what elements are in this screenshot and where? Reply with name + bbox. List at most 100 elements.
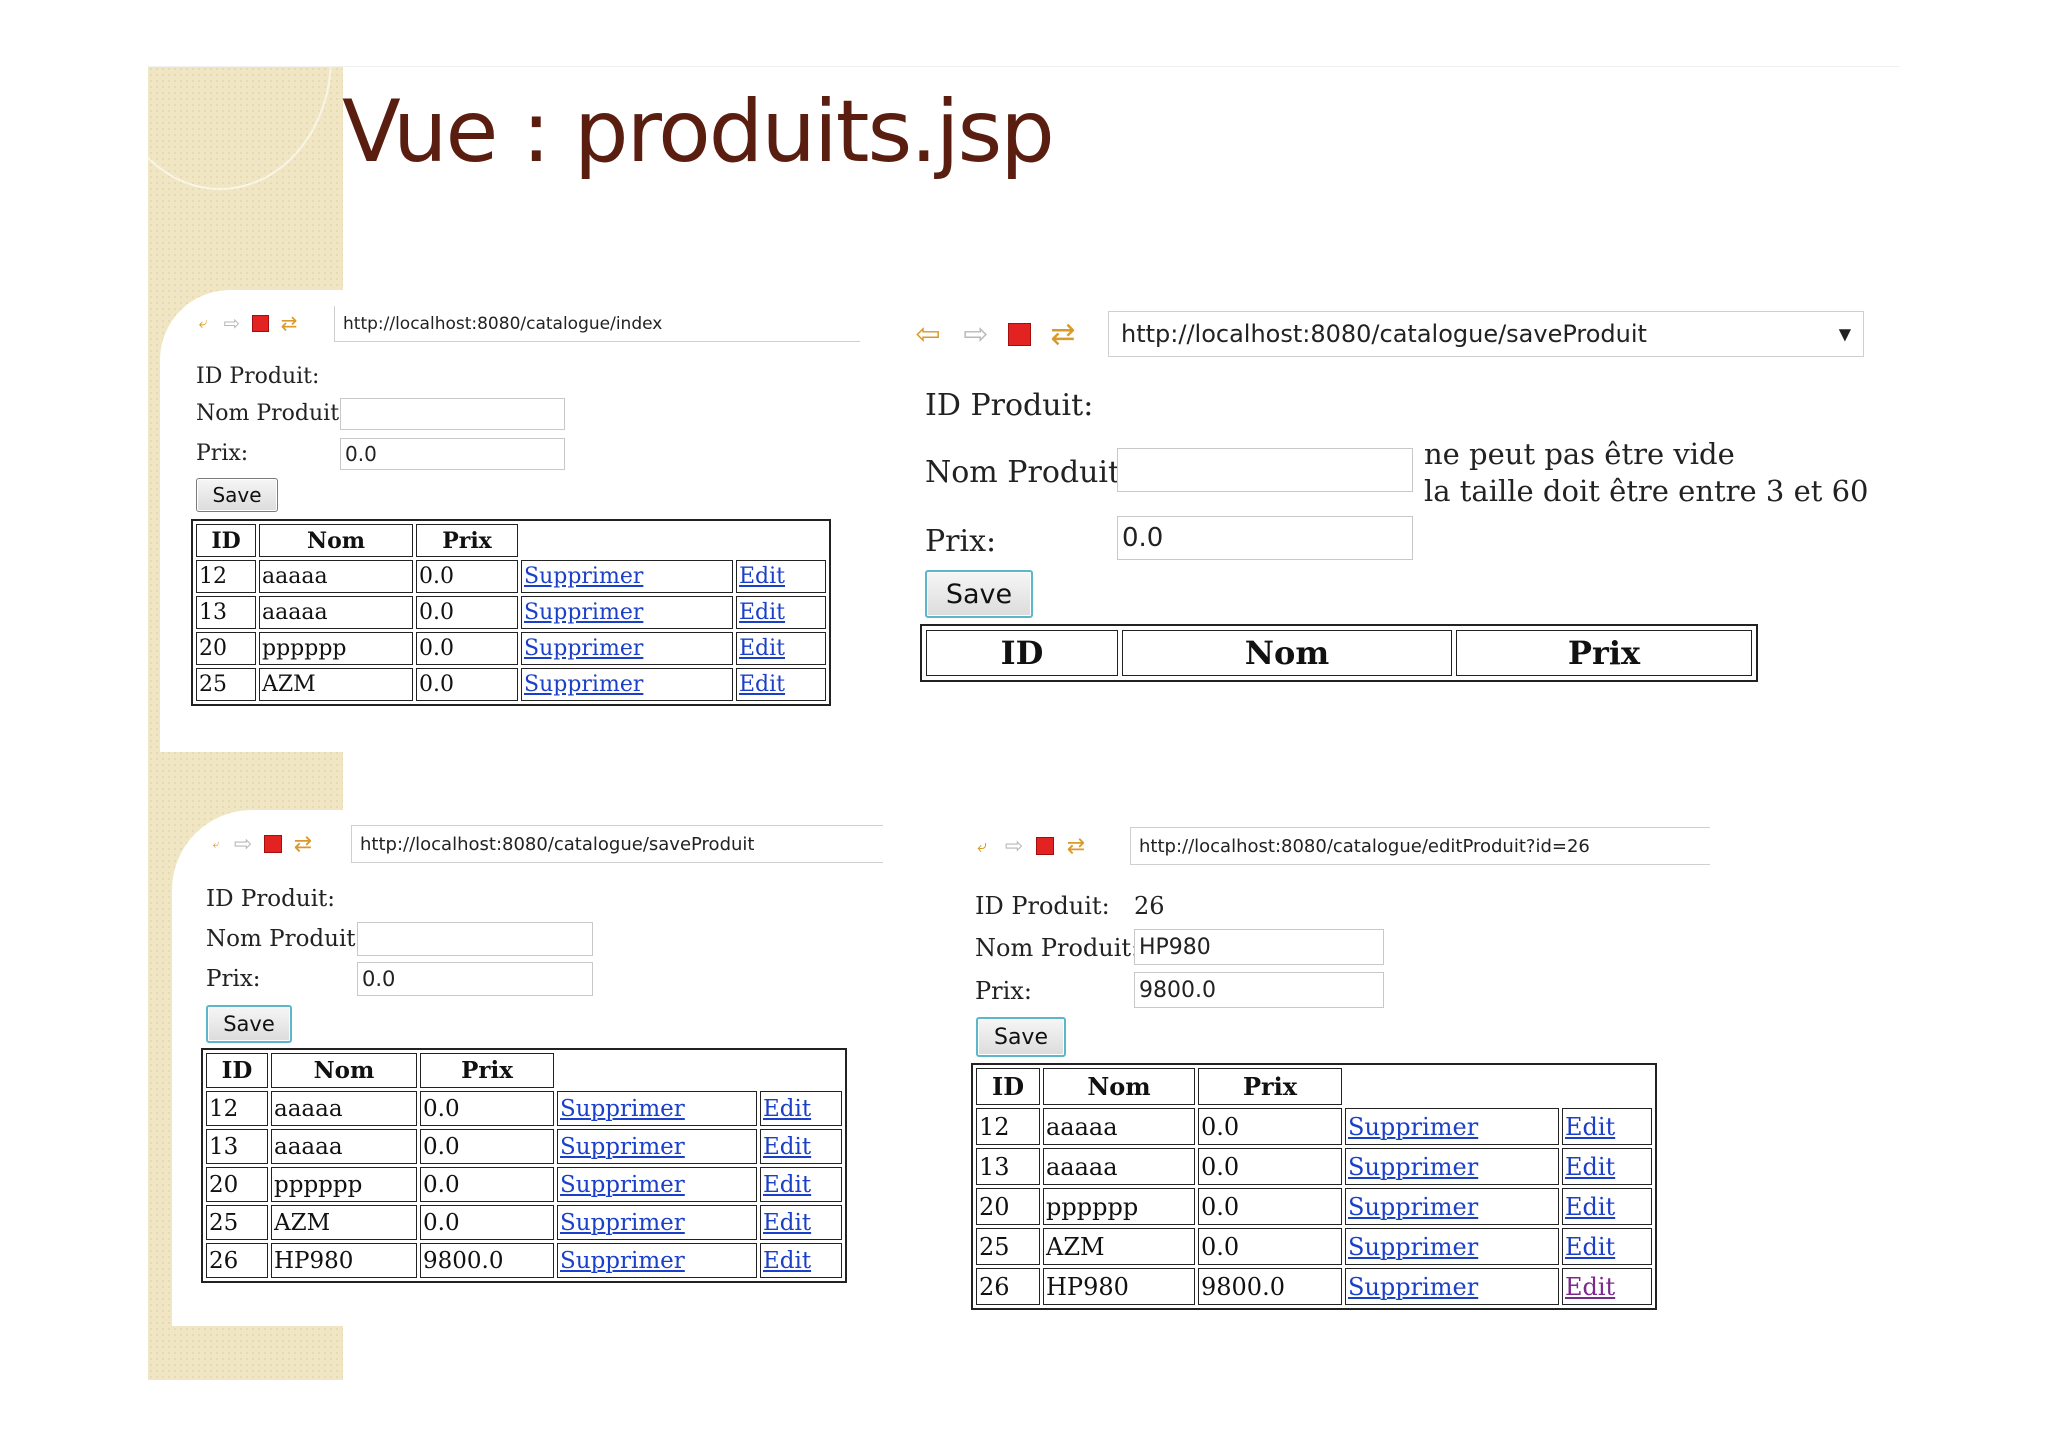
cell-id: 12 bbox=[976, 1108, 1040, 1145]
cell-nom: aaaaa bbox=[1043, 1148, 1195, 1185]
back-icon[interactable]: ⤶ bbox=[210, 837, 222, 852]
table-row: 25 AZM 0.0 Supprimer Edit bbox=[196, 668, 826, 701]
nom-produit-label: Nom Produit: bbox=[975, 934, 1140, 962]
supprimer-link[interactable]: Supprimer bbox=[524, 600, 643, 625]
forward-icon[interactable]: ⇨ bbox=[221, 311, 243, 335]
cell-prix: 0.0 bbox=[1198, 1108, 1342, 1145]
supprimer-link[interactable]: Supprimer bbox=[1348, 1193, 1478, 1221]
products-table: ID Nom Prix 12 aaaaa 0.0 Supprimer Edit … bbox=[971, 1063, 1657, 1310]
cell-nom: aaaaa bbox=[259, 560, 413, 593]
stop-icon[interactable] bbox=[1036, 837, 1054, 855]
supprimer-link[interactable]: Supprimer bbox=[560, 1134, 685, 1160]
save-button[interactable]: Save bbox=[976, 1017, 1066, 1057]
edit-link[interactable]: Edit bbox=[739, 636, 785, 661]
slide-title: Vue : produits.jsp bbox=[342, 82, 1055, 182]
edit-link[interactable]: Edit bbox=[739, 672, 785, 697]
nom-produit-input[interactable] bbox=[357, 922, 593, 956]
column-header-nom: Nom bbox=[259, 524, 413, 557]
id-produit-label: ID Produit: bbox=[206, 886, 336, 912]
supprimer-link[interactable]: Supprimer bbox=[560, 1210, 685, 1236]
back-icon[interactable]: ⤶ bbox=[972, 836, 992, 857]
table-row: 20 pppppp 0.0 Supprimer Edit bbox=[196, 632, 826, 665]
edit-link[interactable]: Edit bbox=[1565, 1113, 1615, 1141]
save-button[interactable]: Save bbox=[925, 570, 1033, 618]
edit-link[interactable]: Edit bbox=[739, 600, 785, 625]
edit-link[interactable]: Edit bbox=[739, 564, 785, 589]
stop-icon[interactable] bbox=[264, 835, 282, 853]
id-produit-value: 26 bbox=[1134, 892, 1165, 920]
slide-top-rule bbox=[148, 66, 1900, 67]
address-bar[interactable]: http://localhost:8080/catalogue/editProd… bbox=[1130, 827, 1710, 865]
table-row: 20 pppppp 0.0 Supprimer Edit bbox=[976, 1188, 1652, 1225]
column-header-prix: Prix bbox=[416, 524, 518, 557]
column-header-id: ID bbox=[926, 630, 1118, 676]
browser-toolbar: ⤶ ⇨ ⇄ bbox=[210, 832, 314, 857]
validation-error: ne peut pas être vide bbox=[1424, 437, 1735, 471]
nom-produit-label: Nom Produit: bbox=[196, 401, 347, 426]
browser-toolbar: ⤶ ⇨ ⇄ bbox=[972, 834, 1087, 859]
supprimer-link[interactable]: Supprimer bbox=[1348, 1273, 1478, 1301]
cell-prix: 0.0 bbox=[420, 1129, 554, 1164]
cell-id: 13 bbox=[206, 1129, 268, 1164]
column-header-nom: Nom bbox=[271, 1053, 417, 1088]
refresh-icon[interactable]: ⇄ bbox=[1047, 317, 1079, 352]
supprimer-link[interactable]: Supprimer bbox=[524, 672, 643, 697]
nom-produit-input[interactable] bbox=[1117, 448, 1413, 492]
supprimer-link[interactable]: Supprimer bbox=[1348, 1153, 1478, 1181]
supprimer-link[interactable]: Supprimer bbox=[1348, 1233, 1478, 1261]
prix-input[interactable]: 0.0 bbox=[357, 962, 593, 996]
products-table: ID Nom Prix 12 aaaaa 0.0 Supprimer Edit … bbox=[201, 1048, 847, 1283]
edit-link[interactable]: Edit bbox=[1565, 1153, 1615, 1181]
save-button[interactable]: Save bbox=[196, 478, 278, 512]
address-bar[interactable]: http://localhost:8080/catalogue/saveProd… bbox=[351, 825, 883, 863]
stop-icon[interactable] bbox=[1008, 322, 1031, 346]
nom-produit-input[interactable]: HP980 bbox=[1134, 929, 1384, 965]
edit-link[interactable]: Edit bbox=[763, 1210, 811, 1236]
save-button[interactable]: Save bbox=[206, 1005, 292, 1043]
prix-input[interactable]: 0.0 bbox=[1117, 516, 1413, 560]
cell-nom: AZM bbox=[1043, 1228, 1195, 1265]
supprimer-link[interactable]: Supprimer bbox=[524, 636, 643, 661]
forward-icon[interactable]: ⇨ bbox=[1003, 834, 1025, 859]
supprimer-link[interactable]: Supprimer bbox=[524, 564, 643, 589]
edit-link[interactable]: Edit bbox=[1565, 1233, 1615, 1261]
supprimer-link[interactable]: Supprimer bbox=[1348, 1113, 1478, 1141]
cell-id: 13 bbox=[976, 1148, 1040, 1185]
address-bar[interactable]: http://localhost:8080/catalogue/index bbox=[334, 306, 860, 342]
prix-input[interactable]: 0.0 bbox=[340, 438, 565, 470]
cell-prix: 0.0 bbox=[420, 1205, 554, 1240]
refresh-icon[interactable]: ⇄ bbox=[292, 832, 314, 857]
supprimer-link[interactable]: Supprimer bbox=[560, 1096, 685, 1122]
edit-link[interactable]: Edit bbox=[763, 1248, 811, 1274]
back-icon[interactable]: ⇦ bbox=[912, 317, 944, 352]
address-dropdown-icon[interactable]: ▼ bbox=[1839, 325, 1851, 344]
edit-link[interactable]: Edit bbox=[763, 1096, 811, 1122]
cell-nom: pppppp bbox=[1043, 1188, 1195, 1225]
edit-link[interactable]: Edit bbox=[763, 1172, 811, 1198]
nom-produit-input[interactable] bbox=[340, 398, 565, 430]
forward-icon[interactable]: ⇨ bbox=[960, 317, 992, 352]
edit-link[interactable]: Edit bbox=[763, 1134, 811, 1160]
cell-nom: HP980 bbox=[1043, 1268, 1195, 1305]
edit-link[interactable]: Edit bbox=[1565, 1193, 1615, 1221]
stop-icon[interactable] bbox=[252, 314, 269, 332]
table-row: 25 AZM 0.0 Supprimer Edit bbox=[976, 1228, 1652, 1265]
cell-id: 12 bbox=[206, 1091, 268, 1126]
column-header-nom: Nom bbox=[1122, 630, 1452, 676]
cell-nom: aaaaa bbox=[271, 1129, 417, 1164]
nom-produit-label: Nom Produit: bbox=[925, 455, 1131, 490]
prix-input[interactable]: 9800.0 bbox=[1134, 972, 1384, 1008]
address-bar[interactable]: http://localhost:8080/catalogue/saveProd… bbox=[1108, 311, 1864, 357]
edit-link[interactable]: Edit bbox=[1565, 1273, 1615, 1301]
cell-prix: 9800.0 bbox=[420, 1243, 554, 1278]
refresh-icon[interactable]: ⇄ bbox=[1065, 834, 1087, 859]
forward-icon[interactable]: ⇨ bbox=[232, 832, 254, 857]
supprimer-link[interactable]: Supprimer bbox=[560, 1248, 685, 1274]
cell-id: 12 bbox=[196, 560, 256, 593]
prix-label: Prix: bbox=[925, 524, 997, 559]
supprimer-link[interactable]: Supprimer bbox=[560, 1172, 685, 1198]
column-header-id: ID bbox=[206, 1053, 268, 1088]
back-icon[interactable]: ⤶ bbox=[194, 313, 212, 333]
table-row: 13 aaaaa 0.0 Supprimer Edit bbox=[976, 1148, 1652, 1185]
refresh-icon[interactable]: ⇄ bbox=[278, 311, 300, 335]
